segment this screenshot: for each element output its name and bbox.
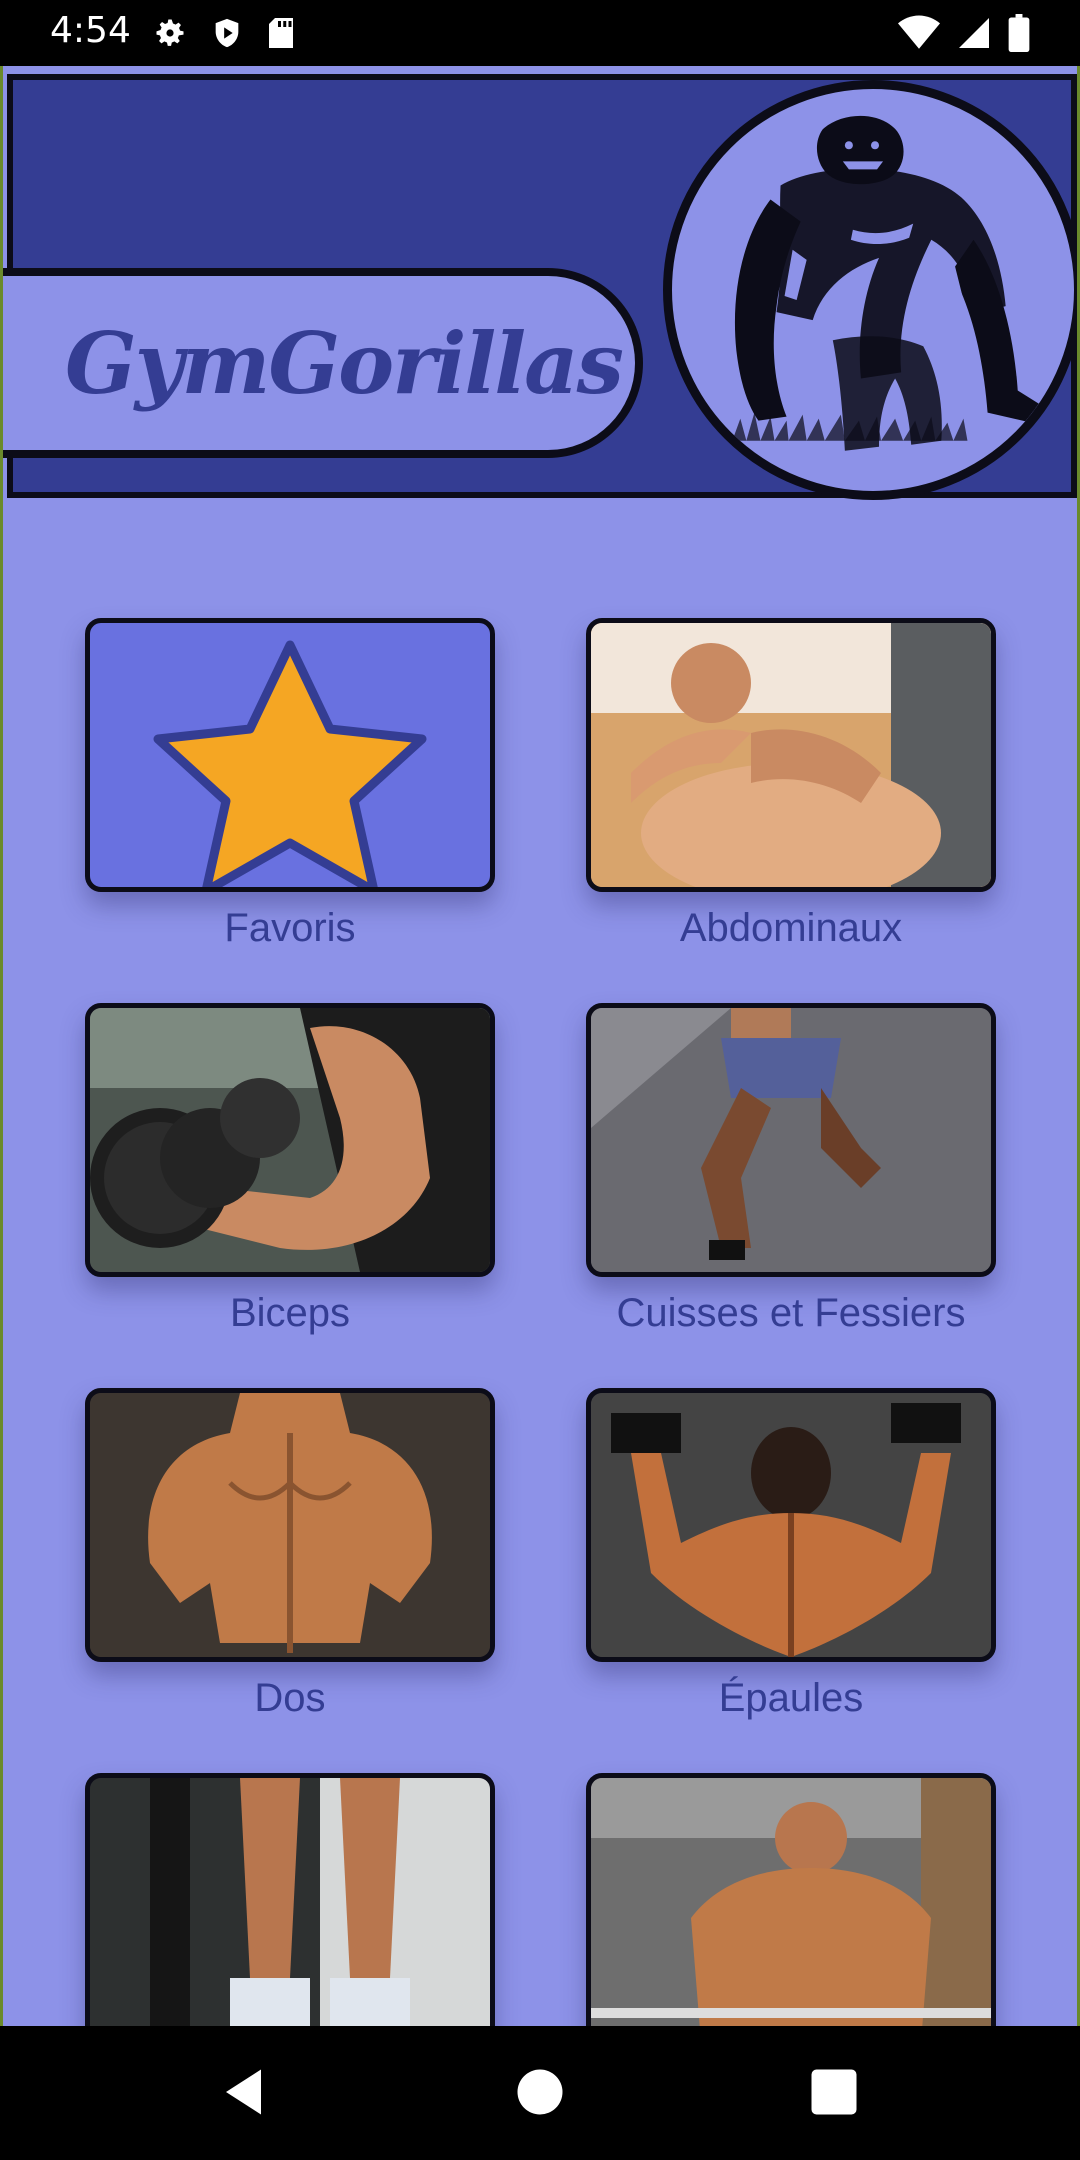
legs-photo	[591, 1008, 991, 1272]
navigation-bar	[0, 2026, 1080, 2160]
category-grid: Favoris Abdominaux Biceps Cuisses et Fes…	[3, 66, 1077, 2026]
category-card-epaules[interactable]	[586, 1388, 996, 1662]
biceps-photo	[90, 1008, 490, 1272]
battery-icon	[1008, 14, 1030, 52]
category-label: Dos	[254, 1676, 326, 1720]
play-protect-icon	[215, 18, 239, 48]
chest-photo	[591, 1778, 991, 2026]
star-icon	[153, 640, 427, 887]
status-bar: 4:54	[0, 0, 1080, 66]
calves-photo	[90, 1778, 490, 2026]
category-label: Biceps	[229, 1291, 351, 1335]
category-card-dos[interactable]	[85, 1388, 495, 1662]
category-label: Favoris	[224, 906, 356, 950]
wifi-icon	[898, 15, 940, 49]
gear-icon	[156, 19, 184, 46]
signal-icon	[959, 18, 989, 48]
back-icon[interactable]	[216, 2062, 276, 2122]
abs-photo	[591, 623, 991, 887]
back-photo	[90, 1393, 490, 1657]
category-label: Cuisses et Fessiers	[616, 1291, 966, 1335]
category-card-mollets[interactable]	[85, 1773, 495, 2026]
category-label: Abdominaux	[679, 906, 903, 950]
category-label: Épaules	[718, 1676, 864, 1720]
category-card-favoris[interactable]	[85, 618, 495, 892]
sd-card-icon	[269, 18, 293, 48]
category-card-biceps[interactable]	[85, 1003, 495, 1277]
home-icon[interactable]	[510, 2062, 570, 2122]
category-card-cuisses-et-fessiers[interactable]	[586, 1003, 996, 1277]
shoulders-photo	[591, 1393, 991, 1657]
recents-icon[interactable]	[804, 2062, 864, 2122]
status-time: 4:54	[50, 10, 131, 51]
category-card-pectoraux[interactable]	[586, 1773, 996, 2026]
app-screen: GymGorillas Favoris Abdominaux Biceps Cu…	[0, 66, 1080, 2026]
category-card-abdominaux[interactable]	[586, 618, 996, 892]
